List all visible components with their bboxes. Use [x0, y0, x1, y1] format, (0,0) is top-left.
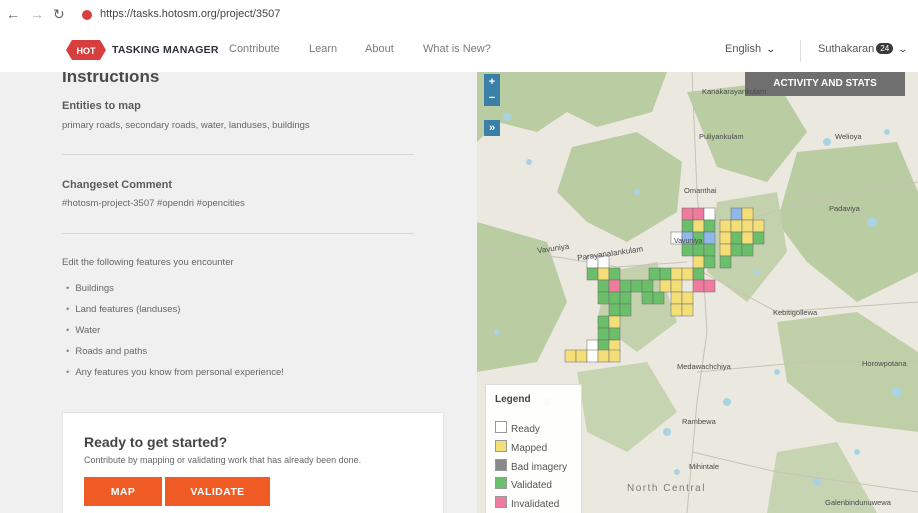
url-text: https://tasks.hotosm.org/project/3507 — [100, 8, 281, 20]
map-legend: Legend Ready Mapped Bad imagery Validate… — [485, 384, 582, 513]
chevron-down-icon: ⌄ — [765, 44, 777, 54]
legend-swatch — [495, 496, 507, 508]
place-label: Medawachchiya — [677, 362, 731, 371]
legend-label: Ready — [511, 424, 540, 435]
user-level-badge: 24 — [876, 43, 894, 54]
user-name: Suthakaran — [818, 43, 875, 55]
entities-title: Entities to map — [62, 100, 141, 112]
legend-label: Bad imagery — [511, 462, 568, 473]
forward-icon[interactable]: → — [30, 6, 44, 22]
feature-item: Any features you know from personal expe… — [66, 367, 284, 378]
legend-swatch — [495, 440, 507, 452]
legend-label: Mapped — [511, 443, 548, 454]
site-header: HOT TASKING MANAGER Contribute Learn Abo… — [0, 30, 918, 73]
user-menu[interactable]: Suthakaran 24 ⌄ — [818, 43, 909, 55]
reload-icon[interactable]: ↻ — [53, 6, 65, 23]
place-label: Padaviya — [829, 204, 860, 213]
legend-item-ready: Ready — [495, 421, 540, 435]
card-subtitle: Contribute by mapping or validating work… — [84, 455, 362, 465]
zoom-out-button[interactable]: − — [484, 90, 500, 106]
get-started-card: Ready to get started? Contribute by mapp… — [62, 412, 444, 513]
instructions-panel: Instructions Entities to map primary roa… — [0, 72, 477, 513]
nav-about[interactable]: About — [365, 43, 394, 55]
entities-body: primary roads, secondary roads, water, l… — [62, 120, 310, 131]
place-label: Galenbindunuwewa — [825, 498, 891, 507]
legend-item-mapped: Mapped — [495, 440, 547, 454]
legend-item-invalidated: Invalidated — [495, 496, 559, 510]
zoom-in-button[interactable]: + — [484, 74, 500, 90]
legend-item-validated: Validated — [495, 477, 552, 491]
back-icon[interactable]: ← — [6, 6, 20, 22]
activity-stats-button[interactable]: ACTIVITY AND STATS — [745, 72, 905, 96]
legend-label: Invalidated — [511, 499, 560, 510]
feature-item: Buildings — [66, 283, 114, 294]
region-label: North Central — [627, 483, 706, 494]
project-map[interactable]: + − » ACTIVITY AND STATS Kanakarayankula… — [477, 72, 918, 513]
instructions-heading: Instructions — [62, 72, 160, 86]
place-label: Omanthai — [684, 186, 717, 195]
changeset-body: #hotosm-project-3507 #opendri #opencitie… — [62, 198, 245, 209]
divider — [62, 233, 414, 234]
legend-label: Validated — [511, 480, 552, 491]
legend-swatch — [495, 421, 507, 433]
feature-item: Roads and paths — [66, 346, 147, 357]
expand-icon[interactable]: » — [484, 120, 500, 136]
nav-learn[interactable]: Learn — [309, 43, 337, 55]
place-label: Vavuniya — [674, 238, 703, 245]
legend-item-bad-imagery: Bad imagery — [495, 459, 567, 473]
edit-intro: Edit the following features you encounte… — [62, 257, 234, 268]
address-bar[interactable]: https://tasks.hotosm.org/project/3507 — [76, 5, 912, 25]
language-selector[interactable]: English ⌄ — [725, 43, 777, 55]
chevron-down-icon: ⌄ — [897, 44, 909, 54]
nav-whats-new[interactable]: What is New? — [423, 43, 491, 55]
place-label: Mihintale — [689, 462, 720, 471]
validate-button[interactable]: VALIDATE — [165, 477, 270, 506]
logo-badge-text: HOT — [77, 46, 97, 56]
card-title: Ready to get started? — [84, 434, 228, 450]
place-label: Puliyankulam — [699, 132, 744, 141]
header-divider — [800, 40, 801, 62]
hot-logo[interactable]: HOT — [66, 38, 106, 62]
legend-title: Legend — [495, 394, 531, 405]
changeset-title: Changeset Comment — [62, 179, 173, 191]
nav-contribute[interactable]: Contribute — [229, 43, 280, 55]
place-label: Horowpotana — [862, 359, 907, 368]
feature-item: Land features (landuses) — [66, 304, 180, 315]
place-label: Welioya — [835, 132, 862, 141]
language-label: English — [725, 43, 762, 55]
browser-toolbar: ← → ↻ https://tasks.hotosm.org/project/3… — [0, 0, 918, 31]
divider — [62, 154, 414, 155]
place-label: Kanakarayankulam — [702, 87, 767, 96]
map-button[interactable]: MAP — [84, 477, 162, 506]
place-label: Rambewa — [682, 417, 716, 426]
feature-item: Water — [66, 325, 100, 336]
site-icon — [82, 10, 92, 20]
legend-swatch — [495, 477, 507, 489]
place-label: Kebitigollewa — [773, 308, 818, 317]
legend-swatch — [495, 459, 507, 471]
logo-text[interactable]: TASKING MANAGER — [112, 44, 219, 56]
